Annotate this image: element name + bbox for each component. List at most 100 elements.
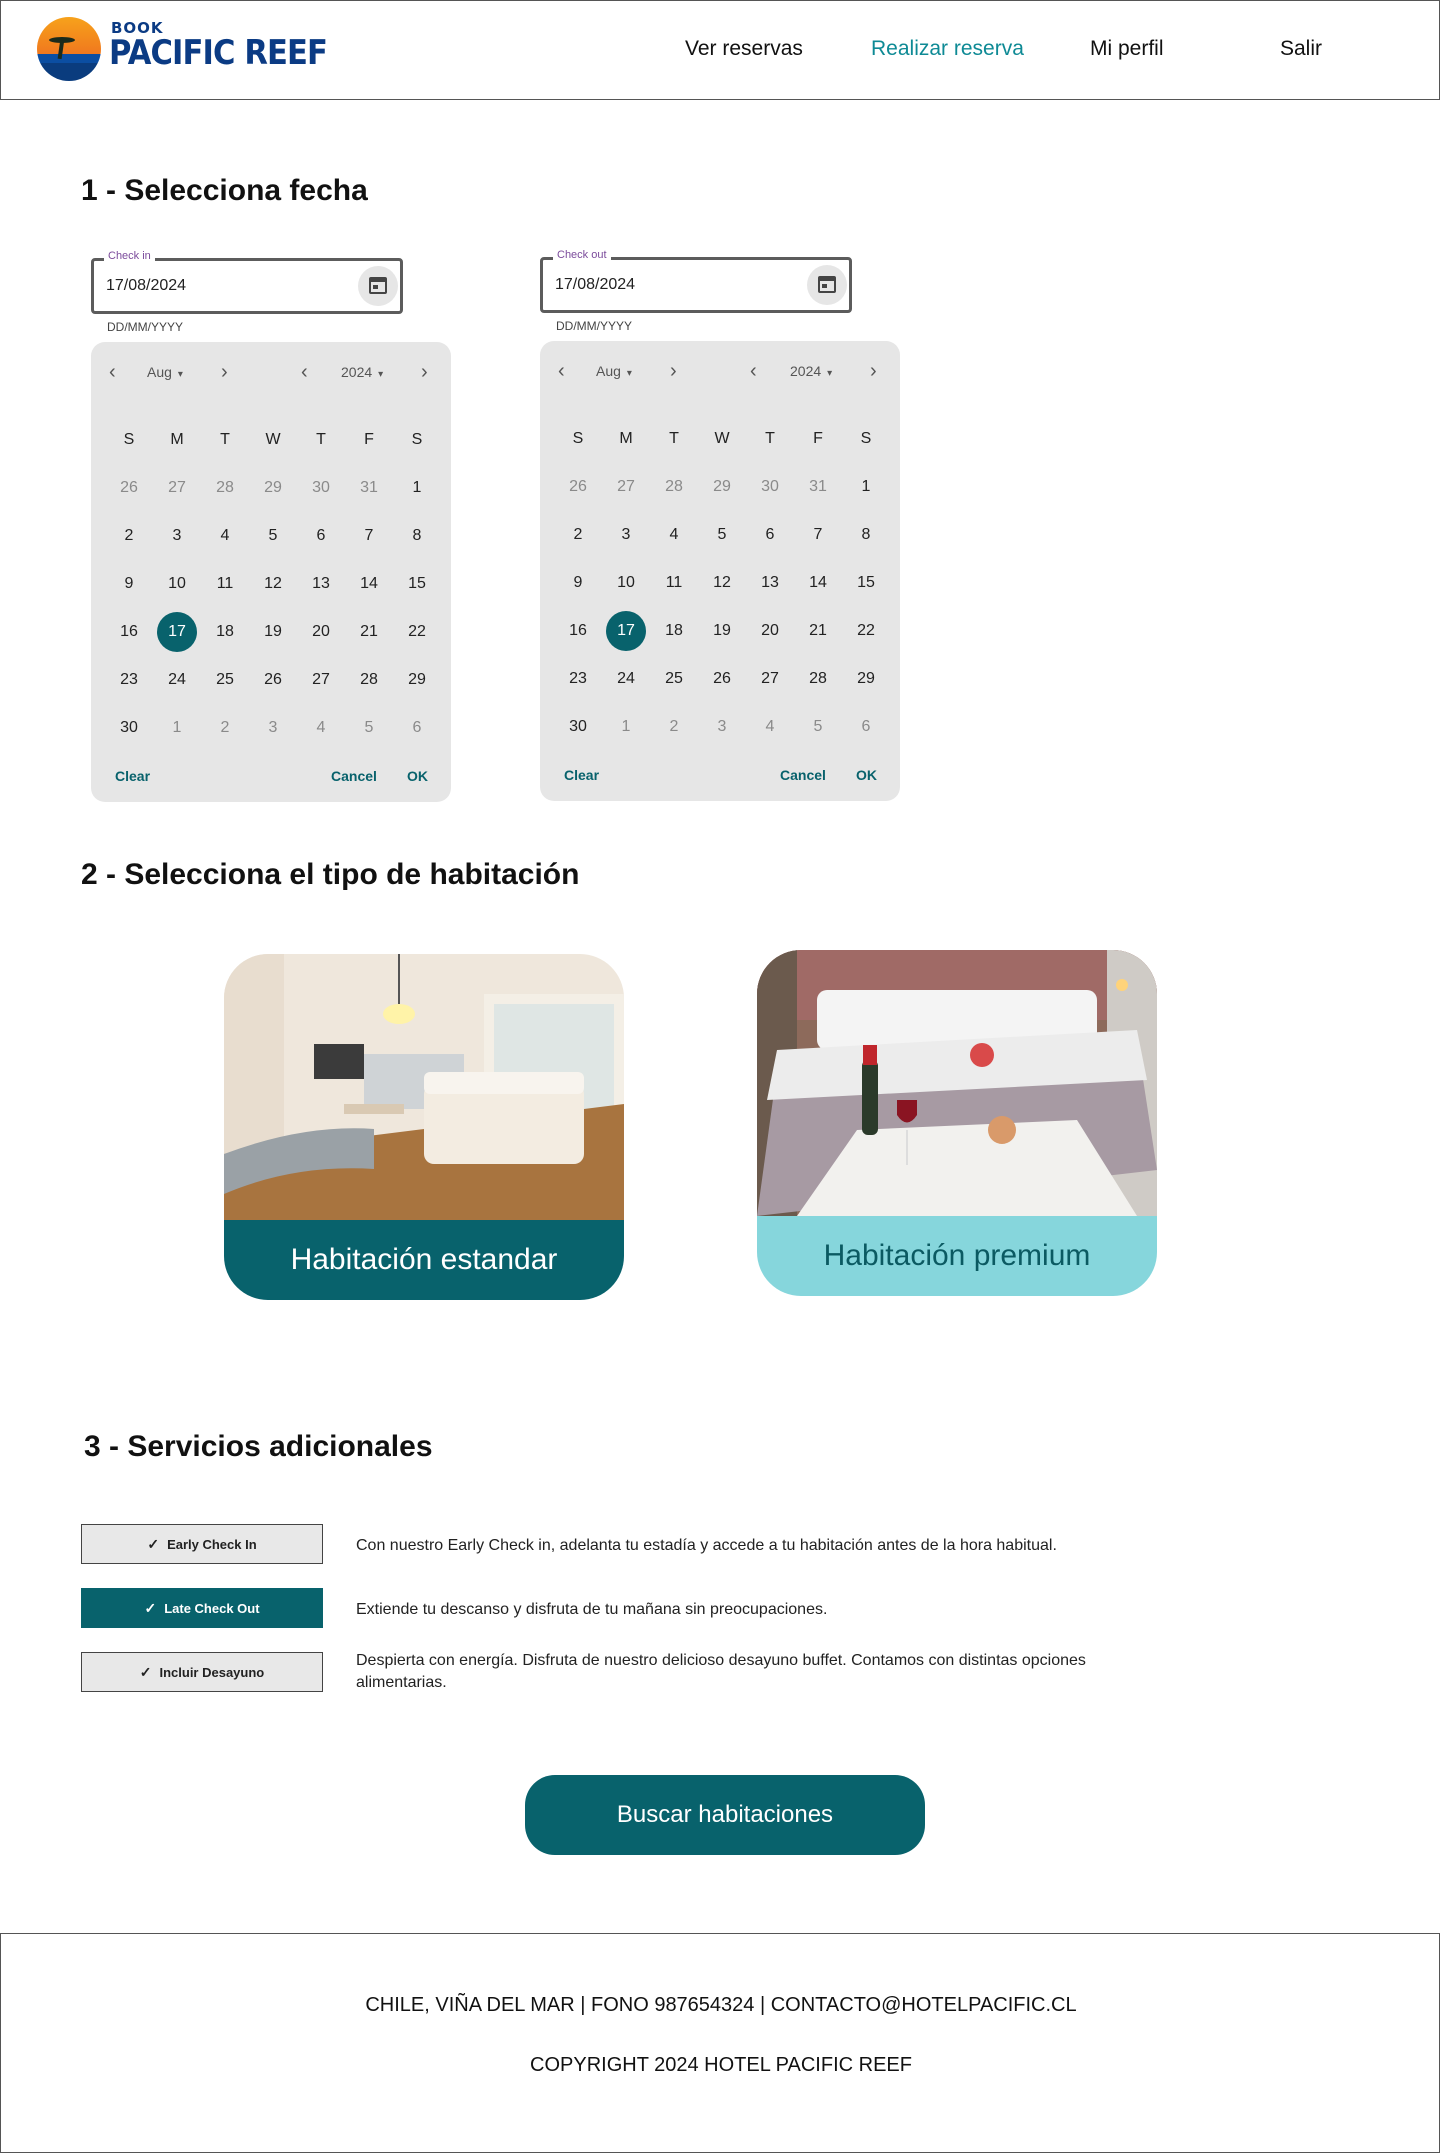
calendar-day[interactable]: 4 — [746, 703, 794, 751]
checkout-calendar-button[interactable] — [807, 265, 847, 305]
calendar-day[interactable]: 28 — [794, 655, 842, 703]
calendar-day[interactable]: 10 — [153, 560, 201, 608]
ok-button[interactable]: OK — [407, 768, 428, 784]
year-select[interactable]: 2024 ▾ — [790, 363, 832, 379]
cancel-button[interactable]: Cancel — [780, 767, 826, 783]
checkin-value[interactable]: 17/08/2024 — [106, 277, 186, 295]
calendar-day[interactable]: 30 — [746, 463, 794, 511]
chevron-right-icon[interactable]: › — [221, 362, 228, 382]
calendar-day[interactable]: 14 — [345, 560, 393, 608]
calendar-day[interactable]: 29 — [249, 464, 297, 512]
calendar-day[interactable]: 25 — [650, 655, 698, 703]
calendar-day[interactable]: 20 — [746, 607, 794, 655]
calendar-day[interactable]: 19 — [698, 607, 746, 655]
chevron-left-icon[interactable]: ‹ — [301, 362, 308, 382]
clear-button[interactable]: Clear — [564, 767, 599, 783]
calendar-day[interactable]: 29 — [393, 656, 441, 704]
calendar-day[interactable]: 25 — [201, 656, 249, 704]
calendar-day[interactable]: 23 — [554, 655, 602, 703]
calendar-day[interactable]: 10 — [602, 559, 650, 607]
calendar-day[interactable]: 27 — [297, 656, 345, 704]
chevron-right-icon[interactable]: › — [421, 362, 428, 382]
month-select[interactable]: Aug ▾ — [596, 363, 632, 379]
calendar-day[interactable]: 3 — [249, 704, 297, 752]
calendar-day[interactable]: 13 — [297, 560, 345, 608]
calendar-day[interactable]: 12 — [249, 560, 297, 608]
nav-salir[interactable]: Salir — [1280, 37, 1322, 61]
clear-button[interactable]: Clear — [115, 768, 150, 784]
calendar-day[interactable]: 5 — [249, 512, 297, 560]
calendar-day[interactable]: 5 — [345, 704, 393, 752]
calendar-day[interactable]: 27 — [153, 464, 201, 512]
calendar-day[interactable]: 1 — [153, 704, 201, 752]
calendar-day[interactable]: 22 — [393, 608, 441, 656]
ok-button[interactable]: OK — [856, 767, 877, 783]
calendar-day[interactable]: 24 — [602, 655, 650, 703]
checkout-field[interactable]: Check out 17/08/2024 — [540, 249, 852, 313]
month-select[interactable]: Aug ▾ — [147, 364, 183, 380]
calendar-day[interactable]: 5 — [698, 511, 746, 559]
calendar-day[interactable]: 29 — [842, 655, 890, 703]
calendar-day[interactable]: 28 — [201, 464, 249, 512]
calendar-day[interactable]: 4 — [201, 512, 249, 560]
calendar-day[interactable]: 6 — [842, 703, 890, 751]
year-select[interactable]: 2024 ▾ — [341, 364, 383, 380]
calendar-day[interactable]: 2 — [554, 511, 602, 559]
calendar-day[interactable]: 3 — [602, 511, 650, 559]
calendar-day[interactable]: 6 — [393, 704, 441, 752]
late-check-out-toggle[interactable]: ✓ Late Check Out — [81, 1588, 323, 1628]
calendar-day[interactable]: 16 — [554, 607, 602, 655]
calendar-day[interactable]: 11 — [201, 560, 249, 608]
calendar-day[interactable]: 6 — [297, 512, 345, 560]
calendar-day[interactable]: 8 — [393, 512, 441, 560]
search-rooms-button[interactable]: Buscar habitaciones — [525, 1775, 925, 1855]
calendar-day[interactable]: 31 — [794, 463, 842, 511]
breakfast-toggle[interactable]: ✓ Incluir Desayuno — [81, 1652, 323, 1692]
calendar-day[interactable]: 28 — [650, 463, 698, 511]
calendar-day[interactable]: 20 — [297, 608, 345, 656]
calendar-day[interactable]: 2 — [650, 703, 698, 751]
calendar-day[interactable]: 1 — [393, 464, 441, 512]
calendar-day[interactable]: 3 — [698, 703, 746, 751]
checkin-field[interactable]: Check in 17/08/2024 — [91, 250, 403, 314]
checkin-calendar-button[interactable] — [358, 266, 398, 306]
calendar-day[interactable]: 26 — [105, 464, 153, 512]
calendar-day[interactable]: 23 — [105, 656, 153, 704]
nav-ver-reservas[interactable]: Ver reservas — [685, 37, 803, 61]
calendar-day[interactable]: 24 — [153, 656, 201, 704]
nav-mi-perfil[interactable]: Mi perfil — [1090, 37, 1164, 61]
cancel-button[interactable]: Cancel — [331, 768, 377, 784]
chevron-right-icon[interactable]: › — [670, 361, 677, 381]
calendar-day[interactable]: 22 — [842, 607, 890, 655]
calendar-day[interactable]: 7 — [345, 512, 393, 560]
calendar-day[interactable]: 15 — [393, 560, 441, 608]
calendar-day[interactable]: 5 — [794, 703, 842, 751]
selected-day[interactable]: 17 — [602, 607, 650, 655]
calendar-day[interactable]: 12 — [698, 559, 746, 607]
calendar-day[interactable]: 27 — [602, 463, 650, 511]
calendar-day[interactable]: 26 — [698, 655, 746, 703]
calendar-day[interactable]: 29 — [698, 463, 746, 511]
chevron-left-icon[interactable]: ‹ — [109, 362, 116, 382]
calendar-day[interactable]: 26 — [249, 656, 297, 704]
calendar-day[interactable]: 13 — [746, 559, 794, 607]
early-check-in-toggle[interactable]: ✓ Early Check In — [81, 1524, 323, 1564]
calendar-day[interactable]: 31 — [345, 464, 393, 512]
chevron-left-icon[interactable]: ‹ — [750, 361, 757, 381]
calendar-day[interactable]: 19 — [249, 608, 297, 656]
room-card-premium[interactable]: Habitación premium — [757, 950, 1157, 1296]
chevron-left-icon[interactable]: ‹ — [558, 361, 565, 381]
calendar-day[interactable]: 11 — [650, 559, 698, 607]
calendar-day[interactable]: 26 — [554, 463, 602, 511]
calendar-day[interactable]: 8 — [842, 511, 890, 559]
pacific-reef-logo[interactable]: BOOK PACIFIC REEF — [37, 17, 328, 85]
selected-day[interactable]: 17 — [153, 608, 201, 656]
calendar-day[interactable]: 30 — [105, 704, 153, 752]
calendar-day[interactable]: 1 — [842, 463, 890, 511]
calendar-day[interactable]: 30 — [297, 464, 345, 512]
calendar-day[interactable]: 9 — [554, 559, 602, 607]
calendar-day[interactable]: 7 — [794, 511, 842, 559]
calendar-day[interactable]: 4 — [297, 704, 345, 752]
calendar-day[interactable]: 2 — [201, 704, 249, 752]
calendar-day[interactable]: 27 — [746, 655, 794, 703]
